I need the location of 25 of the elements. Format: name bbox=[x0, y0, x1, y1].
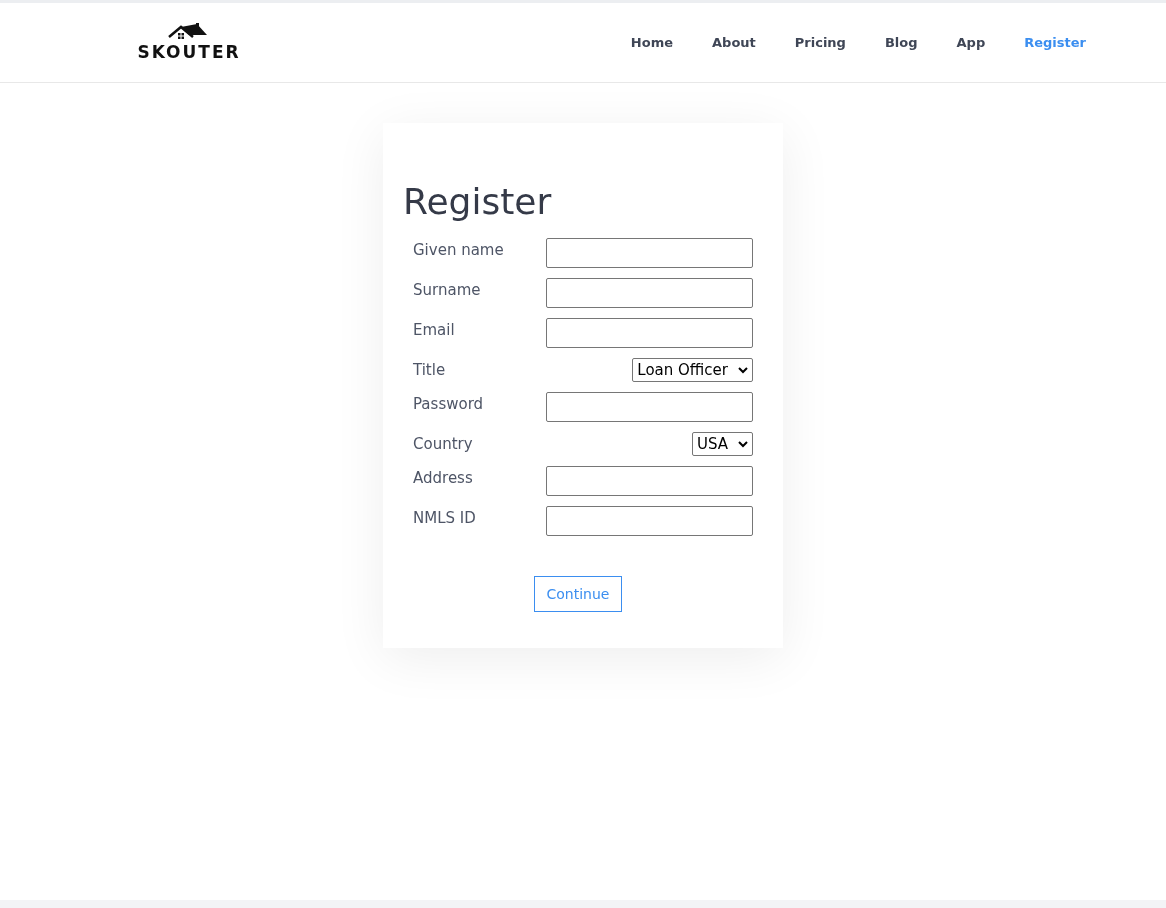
field-label: NMLS ID bbox=[413, 508, 476, 527]
form-title: Register bbox=[403, 181, 553, 222]
nav-link[interactable]: Pricing bbox=[794, 35, 846, 50]
input-field[interactable] bbox=[546, 278, 753, 308]
chevron-down-icon bbox=[738, 440, 748, 448]
input-field[interactable] bbox=[546, 318, 753, 348]
field-label: Surname bbox=[413, 280, 481, 299]
dropdown[interactable]: Loan Officer bbox=[632, 358, 753, 382]
input-field[interactable] bbox=[546, 466, 753, 496]
field-label: Address bbox=[413, 468, 473, 487]
input-field[interactable] bbox=[546, 506, 753, 536]
nav-link[interactable]: About bbox=[712, 35, 756, 50]
input-field[interactable] bbox=[546, 238, 753, 268]
field-label: Country bbox=[413, 434, 473, 453]
field-label: Email bbox=[413, 320, 455, 339]
input-field[interactable] bbox=[546, 392, 753, 422]
chevron-down-icon bbox=[738, 366, 748, 374]
nav-link[interactable]: Home bbox=[630, 35, 673, 50]
nav-link[interactable]: Blog bbox=[884, 35, 918, 50]
nav-link[interactable]: App bbox=[956, 35, 986, 50]
field-label: Title bbox=[413, 360, 446, 379]
field-label: Given name bbox=[413, 240, 504, 259]
field-label: Password bbox=[413, 394, 484, 413]
dropdown[interactable]: USA bbox=[691, 432, 753, 456]
logo-wordmark[interactable]: SKOUTER bbox=[137, 42, 241, 62]
